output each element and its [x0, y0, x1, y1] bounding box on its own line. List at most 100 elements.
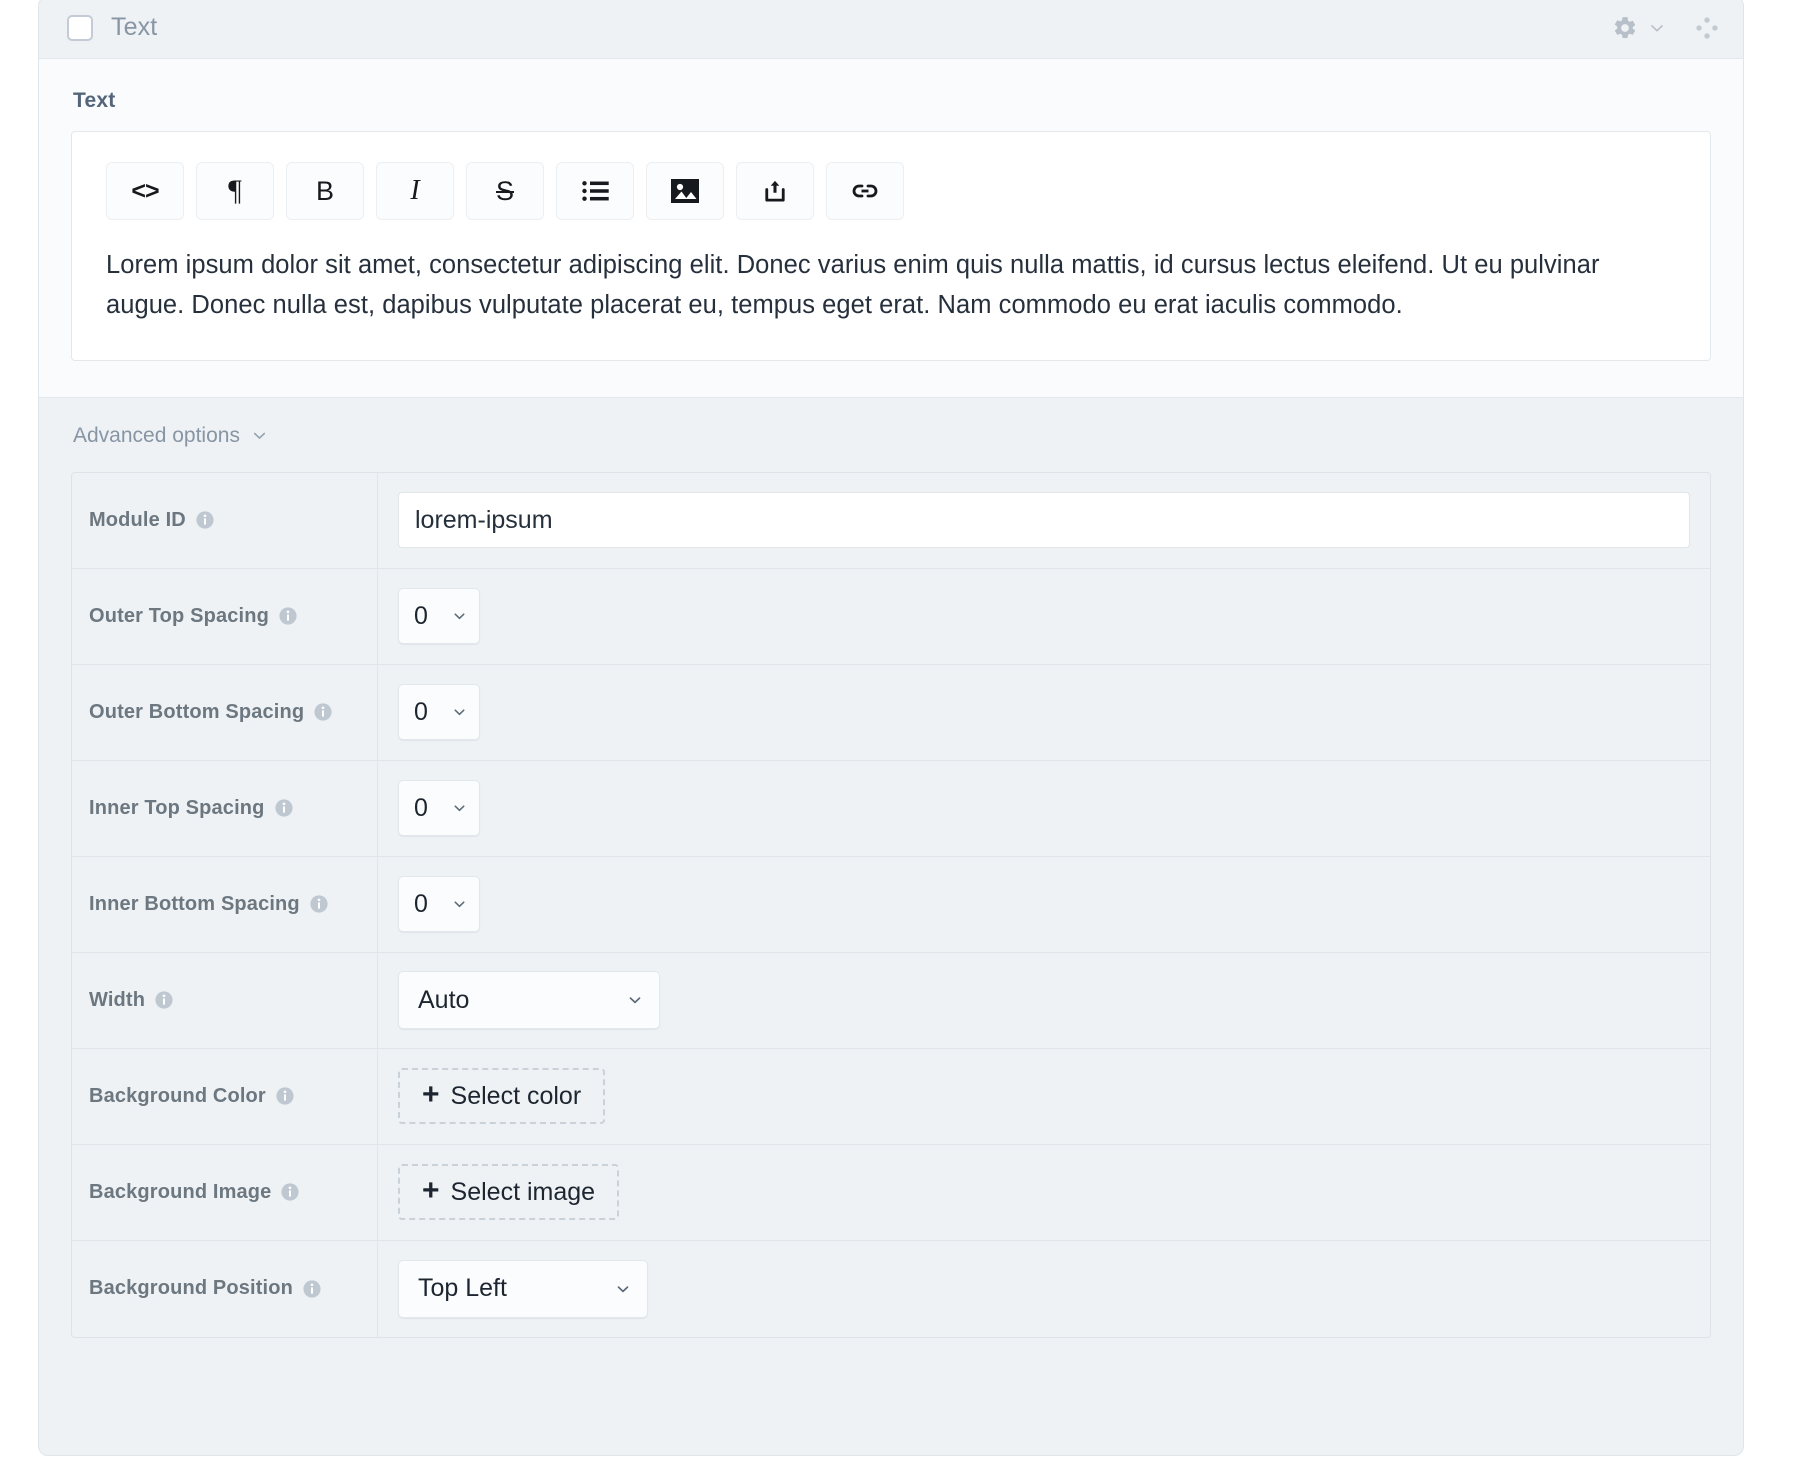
inner-top-spacing-label: Inner Top Spacing — [89, 796, 265, 819]
bullet-list-button[interactable] — [556, 162, 634, 220]
module-title: Text — [111, 13, 158, 41]
link-icon — [852, 184, 878, 198]
chevron-down-icon — [253, 432, 266, 439]
select-image-label: Select image — [450, 1177, 596, 1206]
select-color-button[interactable]: + Select color — [398, 1068, 606, 1125]
chevron-down-icon — [629, 997, 641, 1004]
outer-top-spacing-value: 0 — [414, 601, 428, 630]
background-color-label: Background Color — [89, 1084, 266, 1107]
module-header: Text — [39, 0, 1743, 59]
select-image-button[interactable]: + Select image — [398, 1164, 620, 1221]
editor-toolbar: <> ¶ B I S — [106, 162, 1676, 220]
settings-row-background-position: Background Position Top Left — [72, 1240, 1710, 1337]
strikethrough-button[interactable]: S — [466, 162, 544, 220]
settings-control-cell: 0 — [378, 665, 1710, 760]
link-button[interactable] — [826, 162, 904, 220]
code-button[interactable]: <> — [106, 162, 184, 220]
upload-icon — [765, 180, 785, 202]
editor-content[interactable]: Lorem ipsum dolor sit amet, consectetur … — [106, 246, 1626, 326]
image-button[interactable] — [646, 162, 724, 220]
bold-button[interactable]: B — [286, 162, 364, 220]
settings-row-inner-top-spacing: Inner Top Spacing 0 — [72, 760, 1710, 857]
chevron-down-icon — [617, 1285, 629, 1292]
outer-bottom-spacing-value: 0 — [414, 697, 428, 726]
outer-top-spacing-select[interactable]: 0 — [398, 588, 480, 645]
settings-label-cell: Outer Top Spacing — [72, 568, 378, 664]
settings-row-module-id: Module ID — [72, 472, 1710, 569]
text-field-label: Text — [73, 89, 116, 112]
module-settings-menu[interactable] — [1612, 15, 1667, 41]
settings-row-outer-bottom-spacing: Outer Bottom Spacing 0 — [72, 664, 1710, 761]
settings-row-inner-bottom-spacing: Inner Bottom Spacing 0 — [72, 856, 1710, 953]
plus-icon: + — [422, 1174, 440, 1208]
background-image-label: Background Image — [89, 1180, 272, 1203]
settings-control-cell: + Select image — [378, 1145, 1710, 1240]
advanced-options-label: Advanced options — [73, 423, 240, 447]
info-icon[interactable] — [309, 894, 329, 914]
chevron-down-icon — [454, 709, 465, 716]
rich-text-editor: <> ¶ B I S Lorem ipsum dolor sit amet, c… — [71, 131, 1711, 361]
width-select[interactable]: Auto — [398, 971, 660, 1030]
upload-button[interactable] — [736, 162, 814, 220]
settings-control-cell: + Select color — [378, 1049, 1710, 1144]
italic-button[interactable]: I — [376, 162, 454, 220]
settings-label-cell: Background Color — [72, 1048, 378, 1144]
chevron-down-icon — [1651, 24, 1663, 31]
info-icon[interactable] — [274, 798, 294, 818]
settings-control-cell: 0 — [378, 761, 1710, 856]
bold-icon: B — [315, 175, 334, 206]
settings-control-cell: 0 — [378, 857, 1710, 952]
background-position-value: Top Left — [418, 1274, 507, 1303]
settings-label-cell: Background Position — [72, 1240, 378, 1337]
paragraph-icon: ¶ — [228, 174, 242, 207]
module-id-label: Module ID — [89, 508, 186, 531]
info-icon[interactable] — [195, 510, 215, 530]
settings-label-cell: Module ID — [72, 472, 378, 568]
settings-row-background-image: Background Image + Select image — [72, 1144, 1710, 1241]
settings-row-background-color: Background Color + Select color — [72, 1048, 1710, 1145]
chevron-down-icon — [454, 805, 465, 812]
paragraph-button[interactable]: ¶ — [196, 162, 274, 220]
inner-top-spacing-value: 0 — [414, 793, 428, 822]
width-label: Width — [89, 988, 146, 1011]
plus-icon: + — [422, 1078, 440, 1112]
outer-bottom-spacing-label: Outer Bottom Spacing — [89, 700, 305, 723]
info-icon[interactable] — [313, 702, 333, 722]
module-id-input[interactable] — [398, 492, 1690, 549]
info-icon[interactable] — [302, 1279, 322, 1299]
settings-row-outer-top-spacing: Outer Top Spacing 0 — [72, 568, 1710, 665]
bullet-list-icon — [581, 181, 609, 201]
module-body: Text <> ¶ B I S Lorem ipsum dolor sit am… — [39, 59, 1743, 398]
drag-handle-icon — [1696, 16, 1718, 39]
inner-bottom-spacing-select[interactable]: 0 — [398, 876, 480, 933]
settings-row-width: Width Auto — [72, 952, 1710, 1049]
outer-bottom-spacing-select[interactable]: 0 — [398, 684, 480, 741]
info-icon[interactable] — [154, 990, 174, 1010]
background-position-select[interactable]: Top Left — [398, 1259, 648, 1318]
italic-icon: I — [410, 175, 420, 206]
advanced-settings-table: Module ID Outer Top Spacing — [71, 471, 1711, 1338]
image-icon — [671, 179, 699, 203]
settings-label-cell: Inner Bottom Spacing — [72, 856, 378, 952]
width-value: Auto — [418, 985, 470, 1014]
chevron-down-icon — [454, 901, 465, 908]
settings-label-cell: Outer Bottom Spacing — [72, 664, 378, 760]
advanced-options-toggle[interactable]: Advanced options — [73, 424, 269, 448]
info-icon[interactable] — [275, 1086, 295, 1106]
background-position-label: Background Position — [89, 1277, 293, 1300]
inner-top-spacing-select[interactable]: 0 — [398, 780, 480, 837]
outer-top-spacing-label: Outer Top Spacing — [89, 604, 269, 627]
inner-bottom-spacing-label: Inner Bottom Spacing — [89, 892, 300, 915]
module-drag-handle[interactable] — [1693, 14, 1721, 42]
select-color-label: Select color — [450, 1081, 582, 1110]
advanced-options-section: Advanced options Module ID lorem-ipsum O… — [39, 397, 1743, 1368]
module-select-checkbox[interactable] — [67, 14, 93, 41]
settings-label-cell: Width — [72, 952, 378, 1048]
info-icon[interactable] — [278, 606, 298, 626]
settings-control-cell: Top Left — [378, 1241, 1710, 1337]
gear-icon — [1614, 16, 1636, 38]
settings-control-cell — [378, 473, 1710, 568]
module-header-actions — [1612, 14, 1721, 42]
info-icon[interactable] — [280, 1182, 300, 1202]
code-icon: <> — [131, 176, 159, 205]
